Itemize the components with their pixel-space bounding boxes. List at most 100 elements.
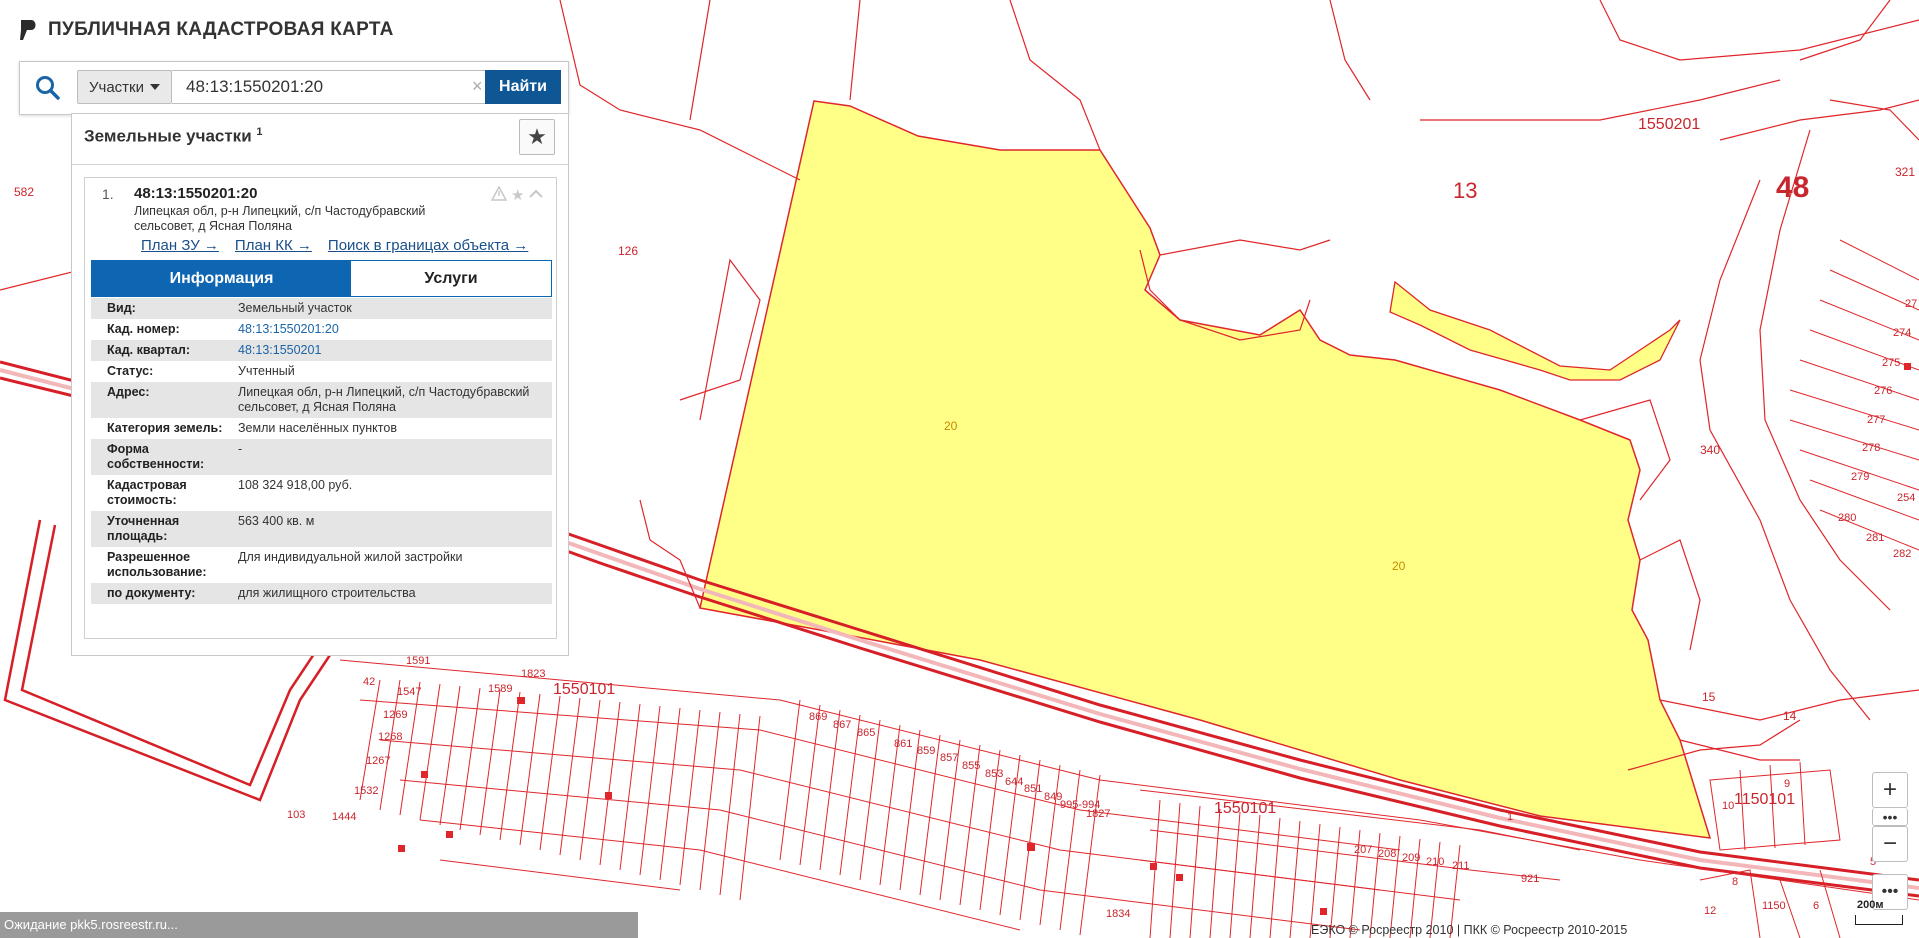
result-address: Липецкая обл, р-н Липецкий, с/п Частодуб… <box>134 204 426 233</box>
info-key: Адрес: <box>91 382 238 418</box>
district-label: 13 <box>1453 178 1478 203</box>
map-label: 1589 <box>488 683 513 695</box>
info-key: Кадастровая стоимость: <box>107 478 187 507</box>
search-input[interactable] <box>172 70 492 104</box>
map-label: 1834 <box>1106 908 1131 920</box>
map-label: 103 <box>287 809 306 821</box>
parcel-number-label: 20 <box>1392 559 1406 573</box>
map-label: 14 <box>1783 709 1797 723</box>
map-label: 281 <box>1866 532 1885 544</box>
more-options-icon[interactable]: ••• <box>1872 808 1908 826</box>
map-label: 9 <box>1784 778 1791 790</box>
selected-parcel <box>699 100 1712 839</box>
map-label: 15 <box>1702 690 1716 704</box>
map-label: 1823 <box>521 668 546 680</box>
info-value: Для индивидуальной жилой застройки <box>238 550 463 564</box>
table-row: Вид: Земельный участок <box>91 298 552 319</box>
chevron-down-icon <box>150 84 160 90</box>
cadastral-quarter-link[interactable]: 48:13:1550201 <box>238 343 321 357</box>
map-label: 10 <box>1722 800 1735 812</box>
map-label: 8 <box>1732 876 1739 888</box>
info-value: 563 400 кв. м <box>238 511 552 547</box>
search-type-dropdown[interactable]: Участки <box>77 70 172 104</box>
map-label: 321 <box>1895 165 1916 179</box>
map-label: 208 <box>1378 848 1397 860</box>
map-label: 282 <box>1893 548 1912 560</box>
map-label: 644 <box>1005 776 1024 788</box>
info-key: Кад. номер: <box>107 322 180 336</box>
map-label: 1827 <box>1086 808 1111 820</box>
tab-services[interactable]: Услуги <box>351 261 551 296</box>
info-value: 48:13:1550201 <box>238 340 552 361</box>
results-header: Земельные участки 1 <box>84 126 263 147</box>
map-label: 6 <box>1813 900 1820 912</box>
map-label: 869 <box>809 711 828 723</box>
info-value: Земельный участок <box>238 298 552 319</box>
quarter-label: 1550201 <box>1638 116 1701 133</box>
cadastral-number-link[interactable]: 48:13:1550201:20 <box>238 322 339 336</box>
map-label: 855 <box>962 760 981 772</box>
table-row: Кад. квартал: 48:13:1550201 <box>91 340 552 361</box>
result-actions: ★ <box>490 185 544 205</box>
map-label: 279 <box>1851 471 1870 483</box>
zoom-out-button[interactable]: − <box>1872 826 1908 862</box>
map-label: 859 <box>917 745 936 757</box>
map-label: 277 <box>1867 414 1886 426</box>
map-label: 1547 <box>397 686 422 698</box>
table-row: Адрес: Липецкая обл, р-н Липецкий, с/п Ч… <box>91 382 552 418</box>
table-row: Форма собственности: - <box>91 439 552 475</box>
info-key: Уточненная площадь: <box>91 511 238 547</box>
table-row: Кад. номер: 48:13:1550201:20 <box>91 319 552 340</box>
search-button[interactable]: Найти <box>485 70 561 104</box>
map-label: 278 <box>1862 442 1881 454</box>
info-value: 108 324 918,00 руб. <box>238 478 353 492</box>
table-row: Статус: Учтенный <box>91 361 552 382</box>
search-icon[interactable] <box>34 74 62 102</box>
map-label: 211 <box>1452 860 1470 872</box>
scale-label: 200м <box>1857 899 1884 911</box>
map-label: 1444 <box>332 811 357 823</box>
result-index: 1. <box>102 186 114 202</box>
app-title: ПУБЛИЧНАЯ КАДАСТРОВАЯ КАРТА <box>48 19 394 40</box>
star-icon: ★ <box>527 124 547 149</box>
result-links: План ЗУ → План КК → Поиск в границах объ… <box>141 237 528 254</box>
table-row: Кадастровая стоимость: 108 324 918,00 ру… <box>91 475 552 511</box>
parcel-strip <box>1389 280 1681 381</box>
map-label: 42 <box>363 676 376 688</box>
map-label: 12 <box>1704 905 1717 917</box>
warning-icon[interactable] <box>490 185 508 205</box>
tab-information[interactable]: Информация <box>92 261 351 296</box>
map-label: 865 <box>857 727 876 739</box>
status-bar: Ожидание pkk5.rosreestr.ru... <box>0 912 638 938</box>
info-key: Категория земель: <box>107 421 223 435</box>
map-label: 209 <box>1402 852 1421 864</box>
map-label: 274 <box>1893 327 1912 339</box>
favorites-button[interactable]: ★ <box>519 119 555 155</box>
result-title[interactable]: 48:13:1550201:20 <box>134 185 257 202</box>
table-row: Разрешенное использование: Для индивидуа… <box>91 547 552 583</box>
scale-bar <box>1855 915 1903 925</box>
result-card: 1. 48:13:1550201:20 Липецкая обл, р-н Ли… <box>84 177 557 639</box>
map-label: 126 <box>618 244 639 258</box>
star-icon[interactable]: ★ <box>511 186 524 205</box>
plan-zu-link[interactable]: План ЗУ → <box>141 237 219 254</box>
map-label: 27 <box>1905 298 1918 310</box>
map-label: 1268 <box>378 731 403 743</box>
search-panel: Участки × Найти <box>19 61 569 115</box>
map-label: 254 <box>1897 492 1916 504</box>
map-label: 857 <box>940 752 959 764</box>
info-value: - <box>238 439 552 475</box>
quarter-label: 1550101 <box>1214 800 1277 817</box>
info-value: Липецкая обл, р-н Липецкий, с/п Частодуб… <box>238 382 552 418</box>
map-label: 1150 <box>1762 900 1786 912</box>
info-value: для жилищного строительства <box>238 583 552 604</box>
zoom-in-button[interactable]: + <box>1872 772 1908 808</box>
search-in-bounds-link[interactable]: Поиск в границах объекта → <box>328 237 528 254</box>
table-row: по документу: для жилищного строительств… <box>91 583 552 604</box>
plan-kk-link[interactable]: План КК → <box>235 237 312 254</box>
info-key: Вид: <box>91 298 238 319</box>
map-label: 867 <box>833 719 852 731</box>
chevron-up-icon[interactable] <box>528 186 544 205</box>
clear-icon[interactable]: × <box>472 76 483 97</box>
map-label: 921 <box>1521 873 1540 885</box>
